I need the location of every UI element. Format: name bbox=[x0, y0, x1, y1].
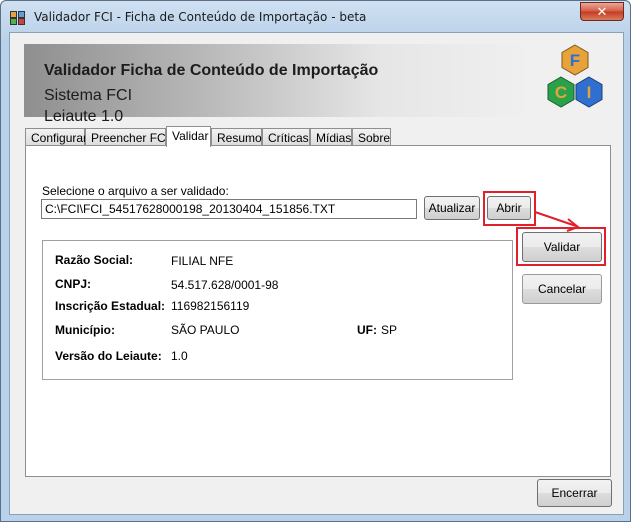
select-file-label: Selecione o arquivo a ser validado: bbox=[42, 184, 229, 198]
header-title: Validador Ficha de Conteúdo de Importaçã… bbox=[44, 62, 379, 79]
inscricao-estadual-value: 116982156119 bbox=[171, 299, 250, 313]
file-path-input[interactable] bbox=[41, 199, 417, 219]
tab-resumo[interactable]: Resumo bbox=[211, 128, 262, 146]
municipio-value: SÃO PAULO bbox=[171, 323, 240, 337]
razao-social-label: Razão Social: bbox=[55, 253, 134, 267]
atualizar-button[interactable]: Atualizar bbox=[424, 196, 480, 220]
uf-value: SP bbox=[381, 323, 398, 337]
tab-midias[interactable]: Mídias bbox=[310, 128, 352, 146]
tab-configurar[interactable]: Configurar bbox=[25, 128, 87, 146]
client-area: Validador Ficha de Conteúdo de Importaçã… bbox=[9, 32, 624, 515]
window-title: Validador FCI - Ficha de Conteúdo de Imp… bbox=[34, 10, 367, 24]
tab-validar[interactable]: Validar bbox=[166, 126, 211, 147]
versao-leiaute-label: Versão do Leiaute: bbox=[55, 349, 162, 363]
logo-letter-c: C bbox=[555, 83, 567, 102]
title-bar[interactable]: Validador FCI - Ficha de Conteúdo de Imp… bbox=[1, 1, 630, 31]
validar-button[interactable]: Validar bbox=[522, 232, 602, 262]
tab-criticas[interactable]: Críticas bbox=[262, 128, 310, 146]
header-subtitle-system: Sistema FCI bbox=[44, 87, 133, 104]
tab-sobre[interactable]: Sobre bbox=[352, 128, 391, 146]
close-button[interactable]: ✕ bbox=[580, 2, 624, 21]
municipio-label: Município: bbox=[55, 323, 115, 337]
header-subtitle-layout: Leiaute 1.0 bbox=[44, 108, 124, 125]
cancelar-button[interactable]: Cancelar bbox=[522, 274, 602, 304]
fci-logo: F C I bbox=[547, 44, 603, 108]
validar-panel: Selecione o arquivo a ser validado: Atua… bbox=[25, 145, 611, 477]
app-icon[interactable] bbox=[10, 11, 26, 25]
uf-label: UF: bbox=[357, 323, 377, 337]
tab-preencher-fci[interactable]: Preencher FCI bbox=[85, 128, 169, 146]
close-icon: ✕ bbox=[596, 4, 608, 19]
logo-letter-i: I bbox=[587, 83, 592, 102]
encerrar-button[interactable]: Encerrar bbox=[537, 479, 612, 507]
header-banner: Validador Ficha de Conteúdo de Importaçã… bbox=[24, 44, 534, 125]
app-window: Validador FCI - Ficha de Conteúdo de Imp… bbox=[0, 0, 631, 522]
logo-letter-f: F bbox=[570, 51, 580, 70]
cnpj-value: 54.517.628/0001-98 bbox=[171, 278, 279, 292]
razao-social-value: FILIAL NFE bbox=[171, 254, 234, 268]
inscricao-estadual-label: Inscrição Estadual: bbox=[55, 299, 166, 313]
versao-leiaute-value: 1.0 bbox=[171, 349, 188, 363]
highlight-abrir bbox=[483, 191, 536, 226]
file-info-box: Razão Social: FILIAL NFE CNPJ: 54.517.62… bbox=[42, 240, 513, 380]
cnpj-label: CNPJ: bbox=[55, 277, 92, 291]
